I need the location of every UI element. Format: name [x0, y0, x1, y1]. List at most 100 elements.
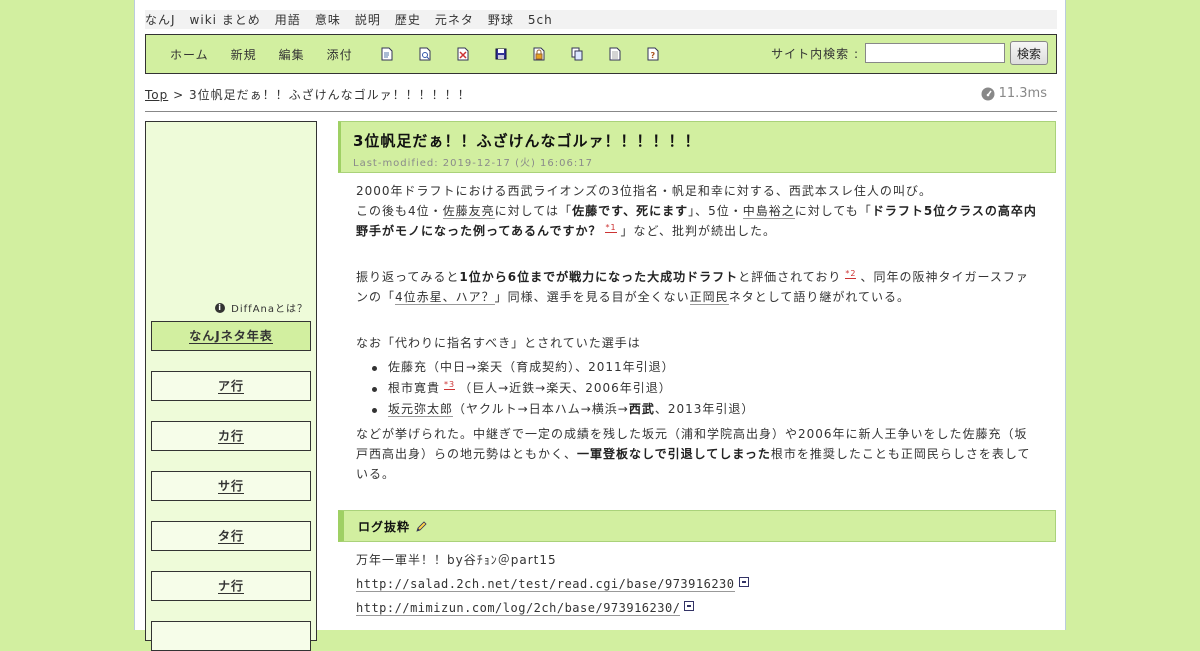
topnav-item-rekishi[interactable]: 歴史	[395, 11, 421, 28]
copy-icon[interactable]	[571, 47, 583, 61]
article-body: 2000年ドラフトにおける西武ライオンズの3位指名・帆足和幸に対する、西武本スレ…	[338, 173, 1056, 484]
svg-text:?: ?	[650, 51, 655, 60]
link-sato-yusuke[interactable]: 佐藤友亮	[442, 204, 495, 219]
last-modified: Last-modified: 2019-12-17 (火) 16:06:17	[353, 158, 593, 169]
page-title: 3位帆足だぁ！！ふざけんなゴルァ！！！！！！	[353, 132, 701, 150]
topnav-item-moto-neta[interactable]: 元ネタ	[435, 11, 474, 28]
search-input[interactable]	[864, 43, 1005, 63]
render-timer: 11.3ms	[981, 86, 1047, 101]
sidebar-item-label: ア行	[217, 378, 244, 394]
bold-retire: 一軍登板なしで引退してしまった	[577, 447, 771, 461]
list-item: 坂元弥太郎（ヤクルト→日本ハム→横浜→西武、2013年引退）	[370, 399, 1038, 420]
list-icon[interactable]	[609, 47, 621, 61]
sidebar-item-ha-gyo[interactable]	[151, 621, 311, 651]
text: 」、5位・	[688, 204, 743, 218]
list-item: 根市寛貴 *3 （巨人→近鉄→楽天、2006年引退）	[370, 378, 1038, 399]
log-url-1[interactable]: http://salad.2ch.net/test/read.cgi/base/…	[356, 577, 735, 592]
edit-link[interactable]: 編集	[279, 46, 305, 63]
diffana-help[interactable]: i DiffAnaとは？	[215, 300, 308, 315]
player-detail: （ヤクルト→日本ハム→横浜→	[453, 402, 629, 416]
toolbar-icons: ?	[381, 47, 685, 61]
player-detail-bold: 西武	[628, 402, 655, 416]
text: 」など、批判が続出した。	[620, 224, 776, 238]
player-name: 佐藤充	[388, 360, 428, 374]
link-akahoshi[interactable]: 4位赤星、ハア？	[395, 290, 495, 305]
player-detail-tail: 、2013年引退）	[654, 402, 755, 416]
sidebar-item-a-gyo[interactable]: ア行	[151, 371, 311, 401]
log-line-url1: http://salad.2ch.net/test/read.cgi/base/…	[356, 572, 1038, 596]
log-line-title: 万年一軍半！！by谷ﾁｮﾝ＠part15	[356, 553, 557, 567]
sidebar-item-label: タ行	[217, 528, 244, 544]
sidebar-item-nenpyo[interactable]: なんJネタ年表	[151, 321, 311, 351]
save-icon[interactable]	[495, 47, 507, 61]
page-diff-icon[interactable]	[457, 47, 469, 61]
speedometer-icon	[981, 87, 995, 100]
player-detail: （巨人→近鉄→楽天、2006年引退）	[459, 381, 672, 395]
footnote-1[interactable]: *1	[605, 223, 617, 233]
link-masaokatami[interactable]: 正岡民	[689, 290, 729, 305]
title-box: 3位帆足だぁ！！ふざけんなゴルァ！！！！！！ Last-modified: 20…	[338, 121, 1056, 173]
text: この後も4位・	[356, 204, 443, 218]
bold-success: 1位から6位までが戦力になった大成功ドラフト	[459, 270, 739, 284]
diffana-help-label: DiffAnaとは？	[231, 304, 308, 315]
external-link-icon	[684, 601, 695, 611]
text: に対しては「	[494, 204, 573, 218]
log-url-2[interactable]: http://mimizun.com/log/2ch/base/97391623…	[356, 601, 681, 616]
sidebar-item-label: なんJネタ年表	[189, 328, 273, 344]
timer-value: 11.3ms	[998, 86, 1047, 101]
breadcrumb-current: 3位帆足だぁ！！ふざけんなゴルァ！！！！！！	[188, 88, 471, 102]
search-label: サイト内検索 :	[771, 46, 859, 61]
topnav-item-setsumei[interactable]: 説明	[355, 11, 381, 28]
paragraph-2: 振り返ってみると1位から6位までが戦力になった大成功ドラフトと評価されており *2…	[356, 267, 1038, 307]
log-excerpt: 万年一軍半！！by谷ﾁｮﾝ＠part15 http://salad.2ch.ne…	[338, 542, 1056, 620]
page: なんJ wiki まとめ 用語 意味 説明 歴史 元ネタ 野球 5ch ホーム …	[134, 0, 1066, 651]
player-list: 佐藤充（中日→楽天（育成契約）、2011年引退） 根市寛貴 *3 （巨人→近鉄→楽天…	[370, 357, 1038, 420]
help-icon[interactable]: ?	[647, 47, 659, 61]
topnav-item-wiki[interactable]: wiki まとめ	[190, 11, 261, 28]
attach-link[interactable]: 添付	[327, 46, 353, 63]
breadcrumb-separator: >	[173, 88, 185, 102]
sidebar-item-label: ナ行	[217, 578, 244, 594]
breadcrumb: Top > 3位帆足だぁ！！ふざけんなゴルァ！！！！！！	[145, 86, 471, 103]
text: 2000年ドラフトにおける西武ライオンズの3位指名・帆足和幸に対する、西武本スレ…	[356, 184, 932, 198]
link-nakajima[interactable]: 中島裕之	[742, 204, 795, 219]
new-page-link[interactable]: 新規	[231, 46, 257, 63]
section-heading-log: ログ抜粋	[338, 510, 1056, 542]
sidebar-item-sa-gyo[interactable]: サ行	[151, 471, 311, 501]
home-link[interactable]: ホーム	[170, 46, 209, 63]
sidebar-item-na-gyo[interactable]: ナ行	[151, 571, 311, 601]
log-line-url2: http://mimizun.com/log/2ch/base/97391623…	[356, 596, 1038, 620]
page-search-icon[interactable]	[419, 47, 431, 61]
top-nav: なんJ wiki まとめ 用語 意味 説明 歴史 元ネタ 野球 5ch	[145, 10, 1057, 29]
player-name: 根市寛貴	[388, 381, 441, 395]
lock-icon[interactable]	[533, 47, 545, 61]
topnav-item-5ch[interactable]: 5ch	[528, 13, 553, 27]
page-icon[interactable]	[381, 47, 393, 61]
divider	[145, 111, 1057, 112]
footnote-2[interactable]: *2	[845, 269, 857, 279]
info-icon: i	[215, 302, 226, 313]
paragraph-1: 2000年ドラフトにおける西武ライオンズの3位指名・帆足和幸に対する、西武本スレ…	[356, 181, 1038, 241]
sidebar-item-ta-gyo[interactable]: タ行	[151, 521, 311, 551]
topnav-item-nanj[interactable]: なんJ	[145, 11, 176, 28]
site-search: サイト内検索 : 検索	[771, 41, 1048, 65]
text: に対しても「	[794, 204, 872, 218]
text: 」同様、選手を見る目が全くない	[494, 290, 690, 304]
topnav-item-yakyu[interactable]: 野球	[488, 11, 514, 28]
search-button[interactable]: 検索	[1009, 41, 1048, 65]
player-detail: （中日→楽天（育成契約）、2011年引退）	[427, 360, 675, 374]
sidebar-item-label: カ行	[217, 428, 244, 444]
edit-pencil-icon[interactable]	[416, 520, 427, 532]
section-heading-label: ログ抜粋	[358, 519, 411, 534]
sidebar-item-label: サ行	[217, 478, 244, 494]
external-link-icon	[738, 577, 749, 587]
text: と評価されており	[738, 270, 842, 284]
topnav-item-imi[interactable]: 意味	[315, 11, 341, 28]
breadcrumb-top-link[interactable]: Top	[145, 88, 168, 102]
player-name-link[interactable]: 坂元弥太郎	[388, 402, 454, 417]
footnote-3[interactable]: *3	[444, 380, 456, 390]
main-content: 3位帆足だぁ！！ふざけんなゴルァ！！！！！！ Last-modified: 20…	[338, 121, 1056, 620]
toolbar: ホーム 新規 編集 添付 ? サイト内検索 : 検索	[145, 34, 1057, 74]
topnav-item-yougo[interactable]: 用語	[275, 11, 301, 28]
sidebar-item-ka-gyo[interactable]: カ行	[151, 421, 311, 451]
